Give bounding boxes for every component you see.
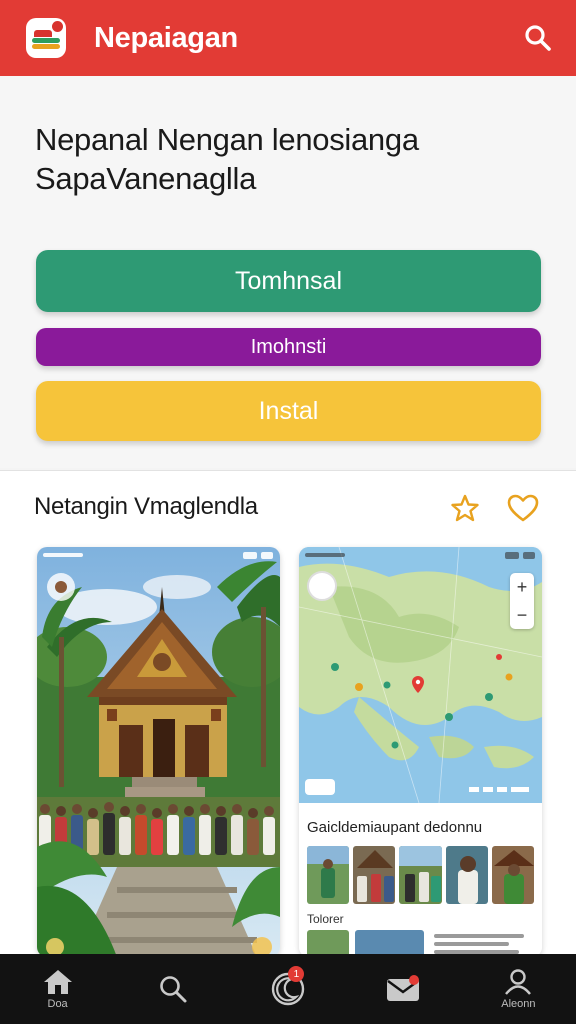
map-scale	[469, 787, 529, 792]
related-thumb[interactable]	[354, 930, 425, 957]
nav-search[interactable]	[115, 954, 230, 1024]
app-title: Nepaiagan	[94, 21, 238, 54]
favorite-star-button[interactable]	[450, 493, 480, 523]
photo-thumb[interactable]	[307, 846, 350, 904]
hero-title-line2: SapaVanenaglla	[35, 161, 257, 196]
nav-profile[interactable]: Aleonn	[461, 954, 576, 1024]
like-heart-button[interactable]	[506, 493, 540, 523]
zoom-in-button[interactable]: +	[517, 577, 528, 598]
nav-messages[interactable]	[346, 954, 461, 1024]
install-button[interactable]: Instal	[36, 381, 541, 441]
photo-thumb[interactable]	[445, 846, 488, 904]
photo-strip	[307, 846, 535, 904]
temple-photo	[37, 547, 280, 957]
map-attribution-chip	[305, 779, 335, 795]
place-info-panel: Gaicldemiaupant dedonnu Tolorer	[299, 809, 542, 957]
hero-title: Nepanal Nengan lenosianga SapaVanenaglla	[35, 120, 545, 198]
related-row	[307, 930, 534, 957]
place-info-title: Gaicldemiaupant dedonnu	[307, 819, 483, 836]
photo-thumb[interactable]	[399, 846, 442, 904]
profile-icon	[505, 968, 532, 995]
related-thumb[interactable]	[307, 930, 349, 957]
map-zoom-control[interactable]: + −	[510, 573, 534, 629]
app-logo-icon[interactable]	[26, 18, 66, 58]
photo-thumb[interactable]	[491, 846, 535, 904]
search-icon	[159, 976, 187, 1003]
map-view[interactable]: + −	[299, 547, 542, 803]
status-bar	[305, 552, 535, 559]
star-icon	[451, 494, 479, 522]
heart-icon	[507, 494, 539, 522]
home-icon	[43, 969, 72, 994]
section-title: Netangin Vmaglendla	[34, 493, 258, 520]
hero-section: Nepanal Nengan lenosianga SapaVanenaglla…	[0, 76, 576, 468]
featured-section: Netangin Vmaglendla + − Gaicldemiaupant …	[0, 470, 576, 957]
mail-icon	[387, 975, 420, 1001]
status-bar	[43, 552, 273, 559]
nav-explore[interactable]: 1	[230, 954, 345, 1024]
temple-photo-card[interactable]	[37, 547, 280, 957]
search-button[interactable]	[520, 20, 556, 56]
hero-title-line1: Nepanal Nengan lenosianga	[35, 122, 419, 157]
app-root: Nepaiagan Nepanal Nengan lenosianga Sapa…	[0, 0, 576, 1024]
map-card[interactable]: + − Gaicldemiaupant dedonnu Tolorer	[299, 547, 542, 957]
map-layers-button[interactable]	[307, 571, 337, 601]
nav-home[interactable]: Doa	[0, 954, 115, 1024]
related-text-lines	[434, 930, 534, 954]
secondary-action-button[interactable]: Imohnsti	[36, 328, 541, 366]
bottom-navigation: Doa 1 Aleonn	[0, 954, 576, 1024]
primary-action-button[interactable]: Tomhnsal	[36, 250, 541, 312]
photo-thumb[interactable]	[353, 846, 396, 904]
nav-home-label: Doa	[47, 997, 68, 1010]
app-header: Nepaiagan	[0, 0, 576, 76]
place-info-subtitle: Tolorer	[307, 912, 344, 926]
zoom-out-button[interactable]: −	[517, 605, 528, 626]
nav-profile-label: Aleonn	[501, 997, 536, 1010]
search-icon	[525, 25, 551, 51]
